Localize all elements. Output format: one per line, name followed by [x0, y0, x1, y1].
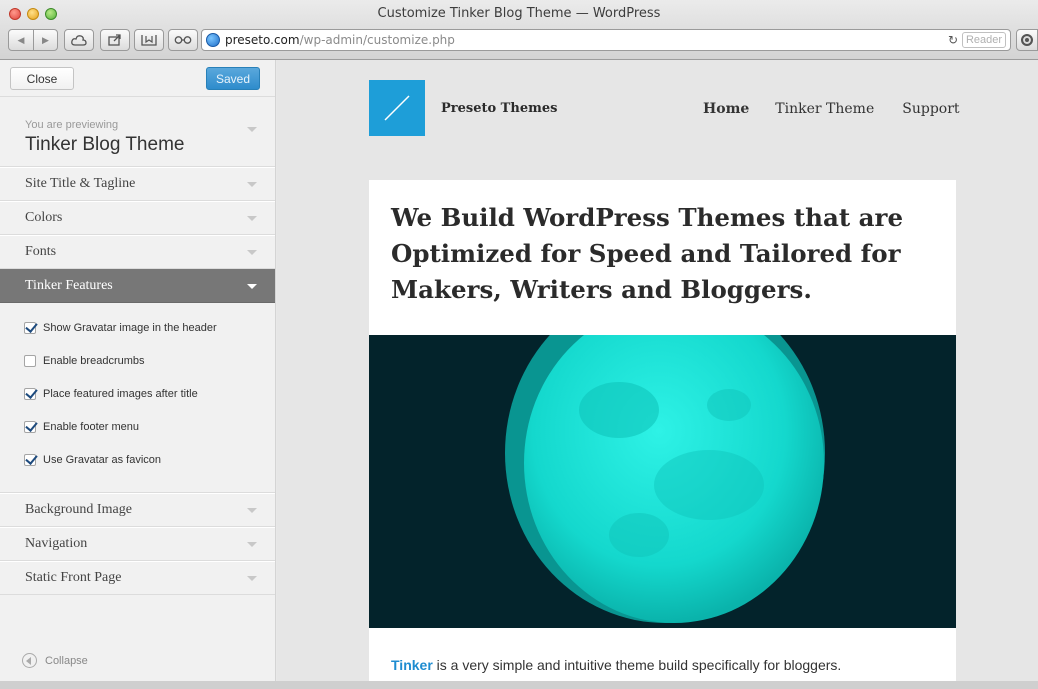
section-label: Navigation — [25, 536, 88, 551]
site-navigation: Home Tinker Theme Support — [703, 101, 960, 117]
collapse-arrow-icon — [22, 653, 37, 668]
section-fonts[interactable]: Fonts — [0, 235, 275, 269]
browser-toolbar: Customize Tinker Blog Theme — WordPress … — [0, 0, 1038, 60]
checkbox[interactable] — [24, 387, 36, 400]
show-bookmarks-button[interactable] — [134, 29, 164, 51]
section-label: Site Title & Tagline — [25, 176, 136, 191]
glasses-icon — [174, 36, 192, 44]
feature-gravatar-favicon[interactable]: Use Gravatar as favicon — [24, 443, 275, 476]
reload-icon[interactable]: ↻ — [948, 33, 958, 47]
section-static-front-page[interactable]: Static Front Page — [0, 561, 275, 595]
chevron-down-icon — [247, 576, 257, 581]
share-button[interactable] — [100, 29, 130, 51]
feature-label: Enable breadcrumbs — [43, 354, 145, 367]
section-label: Fonts — [25, 244, 57, 259]
post-headline: We Build WordPress Themes that are Optim… — [391, 203, 904, 304]
section-background-image[interactable]: Background Image — [0, 493, 275, 527]
feature-label: Place featured images after title — [43, 387, 198, 400]
chevron-down-icon — [247, 182, 257, 187]
reading-list-button[interactable] — [168, 29, 198, 51]
feature-breadcrumbs[interactable]: Enable breadcrumbs — [24, 344, 275, 377]
checkbox[interactable] — [24, 453, 36, 466]
intro-text: is a very simple and intuitive theme bui… — [432, 657, 842, 673]
feature-footer-menu[interactable]: Enable footer menu — [24, 410, 275, 443]
downloads-icon — [1021, 34, 1033, 46]
moon-image — [369, 335, 956, 628]
address-bar[interactable]: preseto.com/wp-admin/customize.php ↻ Rea… — [201, 29, 1011, 51]
customizer-sidebar: Close Saved You are previewing Tinker Bl… — [0, 60, 276, 689]
icloud-tabs-button[interactable] — [64, 29, 94, 51]
post-intro: Tinker is a very simple and intuitive th… — [391, 657, 841, 673]
checkbox[interactable] — [24, 321, 36, 334]
close-button[interactable]: Close — [10, 67, 74, 90]
nav-home[interactable]: Home — [703, 101, 749, 117]
tinker-link[interactable]: Tinker — [391, 657, 433, 673]
cloud-icon — [71, 35, 87, 46]
site-title[interactable]: Preseto Themes — [441, 101, 557, 116]
nav-support[interactable]: Support — [902, 101, 959, 117]
bookmarks-icon — [141, 35, 157, 46]
slash-logo-icon — [384, 95, 410, 121]
theme-info[interactable]: You are previewing Tinker Blog Theme — [0, 97, 275, 167]
section-site-title-tagline[interactable]: Site Title & Tagline — [0, 167, 275, 201]
chevron-down-icon — [247, 216, 257, 221]
previewing-label: You are previewing — [25, 119, 119, 131]
chevron-down-icon — [247, 127, 257, 132]
feature-label: Use Gravatar as favicon — [43, 453, 161, 466]
window-title: Customize Tinker Blog Theme — WordPress — [377, 6, 661, 21]
nav-tinker-theme[interactable]: Tinker Theme — [775, 101, 874, 117]
feature-label: Show Gravatar image in the header — [43, 321, 217, 334]
feature-gravatar-header[interactable]: Show Gravatar image in the header — [24, 311, 275, 344]
chevron-down-icon — [247, 542, 257, 547]
saved-button[interactable]: Saved — [206, 67, 260, 90]
feature-label: Enable footer menu — [43, 420, 140, 433]
theme-name: Tinker Blog Theme — [25, 134, 185, 155]
globe-icon — [206, 33, 220, 47]
checkbox[interactable] — [24, 354, 36, 367]
forward-icon[interactable]: ▶ — [32, 30, 57, 50]
post-card: We Build WordPress Themes that are Optim… — [369, 180, 956, 689]
url-path: /wp-admin/customize.php — [299, 33, 455, 47]
checkbox[interactable] — [24, 420, 36, 433]
chevron-down-icon — [247, 508, 257, 513]
section-label: Tinker Features — [25, 278, 113, 293]
section-tinker-features[interactable]: Tinker Features — [0, 269, 275, 303]
featured-image — [369, 335, 956, 628]
reader-button[interactable]: Reader — [962, 32, 1006, 48]
collapse-label: Collapse — [45, 654, 88, 667]
customizer-header: Close Saved — [0, 60, 275, 97]
url-domain: preseto.com — [225, 33, 300, 47]
section-label: Static Front Page — [25, 570, 122, 585]
chevron-down-icon — [247, 250, 257, 255]
section-colors[interactable]: Colors — [0, 201, 275, 235]
tinker-features-panel: Show Gravatar image in the header Enable… — [0, 303, 275, 493]
collapse-sidebar-button[interactable]: Collapse — [22, 653, 88, 668]
site-preview: Preseto Themes Home Tinker Theme Support… — [277, 60, 1038, 689]
section-label: Colors — [25, 210, 63, 225]
downloads-button[interactable] — [1016, 29, 1038, 51]
section-navigation[interactable]: Navigation — [0, 527, 275, 561]
share-icon — [108, 34, 121, 46]
site-logo[interactable] — [369, 80, 425, 136]
chevron-down-icon — [247, 284, 257, 289]
back-icon[interactable]: ◀ — [9, 30, 33, 50]
window-bottom-edge — [0, 681, 1038, 689]
feature-featured-images[interactable]: Place featured images after title — [24, 377, 275, 410]
section-label: Background Image — [25, 502, 132, 517]
back-forward-group: ◀ ▶ — [8, 29, 58, 51]
